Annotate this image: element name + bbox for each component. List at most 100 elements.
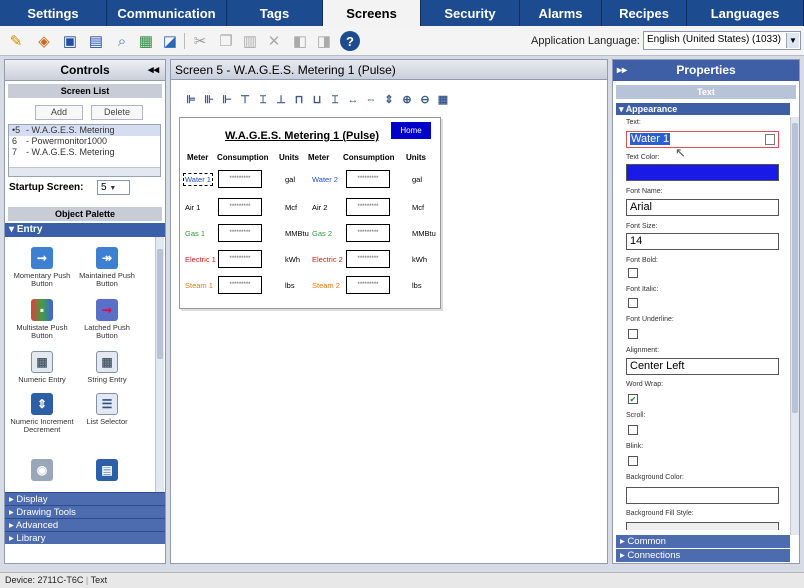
- grid-icon[interactable]: ▦: [435, 93, 451, 108]
- font-underline-checkbox[interactable]: [628, 329, 638, 339]
- add-screen-button[interactable]: Add: [35, 105, 83, 120]
- center-horizontal-icon[interactable]: ⇔: [363, 93, 379, 108]
- consumption-value-box[interactable]: *********: [346, 170, 390, 188]
- same-height-icon[interactable]: ⊔: [309, 93, 325, 108]
- new-wizard-icon[interactable]: ✎: [6, 31, 26, 51]
- meter-label[interactable]: Steam 1: [185, 281, 213, 290]
- tab-tags[interactable]: Tags: [227, 0, 323, 26]
- category-entry-header[interactable]: ▾ Entry: [5, 223, 165, 237]
- copy-icon[interactable]: ❐: [216, 31, 236, 51]
- delete-icon[interactable]: ✕: [264, 31, 284, 51]
- align-bottom-icon[interactable]: ⊥: [273, 93, 289, 108]
- meter-label[interactable]: Gas 1: [185, 229, 205, 238]
- consumption-value-box[interactable]: *********: [218, 250, 262, 268]
- tab-security[interactable]: Security: [421, 0, 520, 26]
- screen-list-item[interactable]: •5 - W.A.G.E.S. Metering: [9, 125, 160, 136]
- tab-alarms[interactable]: Alarms: [520, 0, 602, 26]
- meter-label[interactable]: Electric 1: [185, 255, 216, 264]
- align-left-icon[interactable]: ⊫: [183, 93, 199, 108]
- same-width-icon[interactable]: ⊓: [291, 93, 307, 108]
- screen-heading[interactable]: W.A.G.E.S. Metering 1 (Pulse): [225, 130, 379, 142]
- consumption-value-box[interactable]: *********: [218, 276, 262, 294]
- tab-languages[interactable]: Languages: [687, 0, 804, 26]
- palette-item[interactable]: ↠ Maintained Push Button: [75, 247, 139, 288]
- meter-label[interactable]: Steam 2: [312, 281, 340, 290]
- help-icon[interactable]: ?: [340, 31, 360, 51]
- scrollbar-thumb[interactable]: [792, 123, 798, 413]
- palette-item[interactable]: ▦ String Entry: [75, 351, 139, 384]
- palette-item[interactable]: ▤: [75, 459, 139, 484]
- palette-scrollbar[interactable]: [155, 237, 164, 492]
- palette-item[interactable]: ◉: [10, 459, 74, 484]
- background-color-swatch[interactable]: [626, 487, 779, 504]
- undo-icon[interactable]: ◧: [290, 31, 310, 51]
- center-vertical-icon[interactable]: ⇕: [381, 93, 397, 108]
- zoom-out-icon[interactable]: ⊖: [417, 93, 433, 108]
- zoom-in-icon[interactable]: ⊕: [399, 93, 415, 108]
- text-color-swatch[interactable]: [626, 164, 779, 181]
- meter-label[interactable]: Water 2: [312, 175, 338, 184]
- palette-item[interactable]: ▪ Multistate Push Button: [10, 299, 74, 340]
- scrollbar-thumb[interactable]: [157, 249, 163, 359]
- word-wrap-checkbox[interactable]: ✔: [628, 394, 638, 404]
- meter-label[interactable]: Electric 2: [312, 255, 343, 264]
- chevron-down-icon[interactable]: ▼: [786, 33, 799, 48]
- connections-section-header[interactable]: ▸ Connections: [616, 549, 790, 562]
- palette-item[interactable]: ☰ List Selector: [75, 393, 139, 426]
- tab-recipes[interactable]: Recipes: [602, 0, 687, 26]
- delete-screen-button[interactable]: Delete: [91, 105, 143, 120]
- align-center-icon[interactable]: ⊪: [201, 93, 217, 108]
- properties-scrollbar[interactable]: [790, 117, 799, 535]
- align-right-icon[interactable]: ⊩: [219, 93, 235, 108]
- paste-icon[interactable]: ▥: [240, 31, 260, 51]
- home-button[interactable]: Home: [391, 122, 431, 139]
- palette-item[interactable]: ➞ Momentary Push Button: [10, 247, 74, 288]
- meter-label[interactable]: Gas 2: [312, 229, 332, 238]
- font-bold-checkbox[interactable]: [628, 268, 638, 278]
- cut-icon[interactable]: ✂: [190, 31, 210, 51]
- text-property-input[interactable]: Water 1: [626, 131, 779, 148]
- consumption-value-box[interactable]: *********: [346, 198, 390, 216]
- consumption-value-box[interactable]: *********: [346, 250, 390, 268]
- font-italic-checkbox[interactable]: [628, 298, 638, 308]
- tab-screens[interactable]: Screens: [323, 0, 421, 26]
- font-size-input[interactable]: 14: [626, 233, 779, 250]
- screen-list-item[interactable]: 7 - W.A.G.E.S. Metering: [9, 147, 160, 158]
- category-display[interactable]: ▸ Display: [5, 492, 165, 505]
- palette-item[interactable]: ➞ Latched Push Button: [75, 299, 139, 340]
- category-advanced[interactable]: ▸ Advanced: [5, 518, 165, 531]
- save-icon[interactable]: ▣: [60, 31, 80, 51]
- save-as-icon[interactable]: ▤: [86, 31, 106, 51]
- tab-settings[interactable]: Settings: [0, 0, 107, 26]
- screen-list-scrollbar[interactable]: [9, 167, 160, 176]
- open-icon[interactable]: ◈: [34, 31, 54, 51]
- background-fill-style-input[interactable]: [626, 522, 779, 530]
- tab-communication[interactable]: Communication: [107, 0, 227, 26]
- redo-icon[interactable]: ◨: [314, 31, 334, 51]
- palette-item[interactable]: ▦ Numeric Entry: [10, 351, 74, 384]
- meter-label[interactable]: Air 1: [185, 203, 200, 212]
- appearance-section-header[interactable]: ▾ Appearance: [616, 103, 790, 115]
- consumption-value-box[interactable]: *********: [346, 276, 390, 294]
- palette-item[interactable]: ⇕ Numeric Increment Decrement: [10, 393, 74, 434]
- preview-icon[interactable]: ◪: [160, 31, 180, 51]
- consumption-value-box[interactable]: *********: [218, 170, 262, 188]
- align-top-icon[interactable]: ⊤: [237, 93, 253, 108]
- consumption-value-box[interactable]: *********: [218, 224, 262, 242]
- application-language-select[interactable]: English (United States) (1033) ▼: [643, 31, 801, 50]
- meter-label[interactable]: Water 1: [183, 173, 213, 186]
- category-drawing-tools[interactable]: ▸ Drawing Tools: [5, 505, 165, 518]
- consumption-value-box[interactable]: *********: [346, 224, 390, 242]
- text-editor-icon[interactable]: [765, 134, 775, 145]
- screenshot-icon[interactable]: ▦: [136, 31, 156, 51]
- collapse-panel-icon[interactable]: ◂◂: [148, 60, 159, 81]
- blink-checkbox[interactable]: [628, 456, 638, 466]
- space-horizontal-icon[interactable]: ↔: [345, 93, 361, 108]
- expand-panel-icon[interactable]: ▸▸: [617, 60, 627, 81]
- find-icon[interactable]: ⌕: [112, 31, 132, 51]
- alignment-input[interactable]: Center Left: [626, 358, 779, 375]
- startup-screen-select[interactable]: 5 ▼: [97, 180, 130, 195]
- align-middle-icon[interactable]: ⌶: [255, 93, 271, 108]
- screen-list-item[interactable]: 6 - Powermonitor1000: [9, 136, 160, 147]
- consumption-value-box[interactable]: *********: [218, 198, 262, 216]
